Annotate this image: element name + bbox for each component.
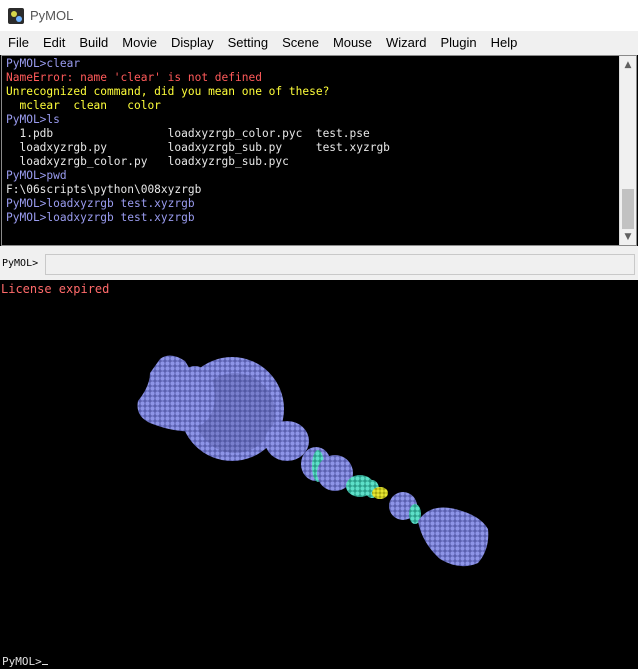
viewer-prompt: PyMOL> [2,655,48,668]
menu-help[interactable]: Help [484,31,525,55]
menu-mouse[interactable]: Mouse [326,31,379,55]
viewer-prompt-text: PyMOL> [2,655,42,668]
license-warning: License expired [1,282,110,296]
menu-edit[interactable]: Edit [36,31,72,55]
console-line: PyMOL>clear [6,57,81,70]
console-lines: PyMOL>clear NameError: name 'clear' is n… [6,57,616,245]
window-title: PyMOL [30,8,74,23]
console-output[interactable]: PyMOL>clear NameError: name 'clear' is n… [1,55,637,246]
molecule-surface[interactable] [0,281,638,654]
scroll-down-icon[interactable]: ▼ [620,228,636,245]
molecule-segment [265,421,309,461]
console-line: NameError: name 'clear' is not defined [6,71,262,84]
console-line: PyMOL>loadxyzrgb test.xyzrgb [6,211,195,224]
menu-display[interactable]: Display [164,31,221,55]
console-line: PyMOL>loadxyzrgb test.xyzrgb [6,197,195,210]
command-row: PyMOL> [0,246,638,280]
menu-wizard[interactable]: Wizard [379,31,433,55]
command-prompt-label: PyMOL> [2,258,39,269]
molecule-tail [418,507,489,567]
console-line: Unrecognized command, did you mean one o… [6,85,330,98]
menu-bar: File Edit Build Movie Display Setting Sc… [0,31,638,55]
command-input[interactable] [45,254,635,275]
console-line: loadxyzrgb.py loadxyzrgb_sub.py test.xyz… [6,141,390,154]
title-bar: PyMOL [0,0,638,31]
console-scrollbar[interactable]: ▲ ▼ [619,56,636,245]
text-cursor [41,655,48,665]
menu-scene[interactable]: Scene [275,31,326,55]
viewer-prompt-bar[interactable]: PyMOL> [0,654,638,669]
scroll-up-icon[interactable]: ▲ [620,56,636,73]
scrollbar-thumb[interactable] [622,189,634,229]
3d-viewer[interactable]: License expired [0,281,638,654]
console-line: mclear clean color [6,99,161,112]
console-line: 1.pdb loadxyzrgb_color.pyc test.pse [6,127,370,140]
pymol-app-icon [8,7,24,24]
menu-plugin[interactable]: Plugin [433,31,483,55]
menu-file[interactable]: File [1,31,36,55]
molecule-core-yellow [372,487,388,499]
console-line: F:\06scripts\python\008xyzrgb [6,183,202,196]
console-line: loadxyzrgb_color.py loadxyzrgb_sub.pyc [6,155,289,168]
menu-movie[interactable]: Movie [115,31,164,55]
molecule-neck [175,366,215,426]
menu-setting[interactable]: Setting [221,31,275,55]
console-line: PyMOL>ls [6,113,60,126]
menu-build[interactable]: Build [72,31,115,55]
console-line: PyMOL>pwd [6,169,67,182]
